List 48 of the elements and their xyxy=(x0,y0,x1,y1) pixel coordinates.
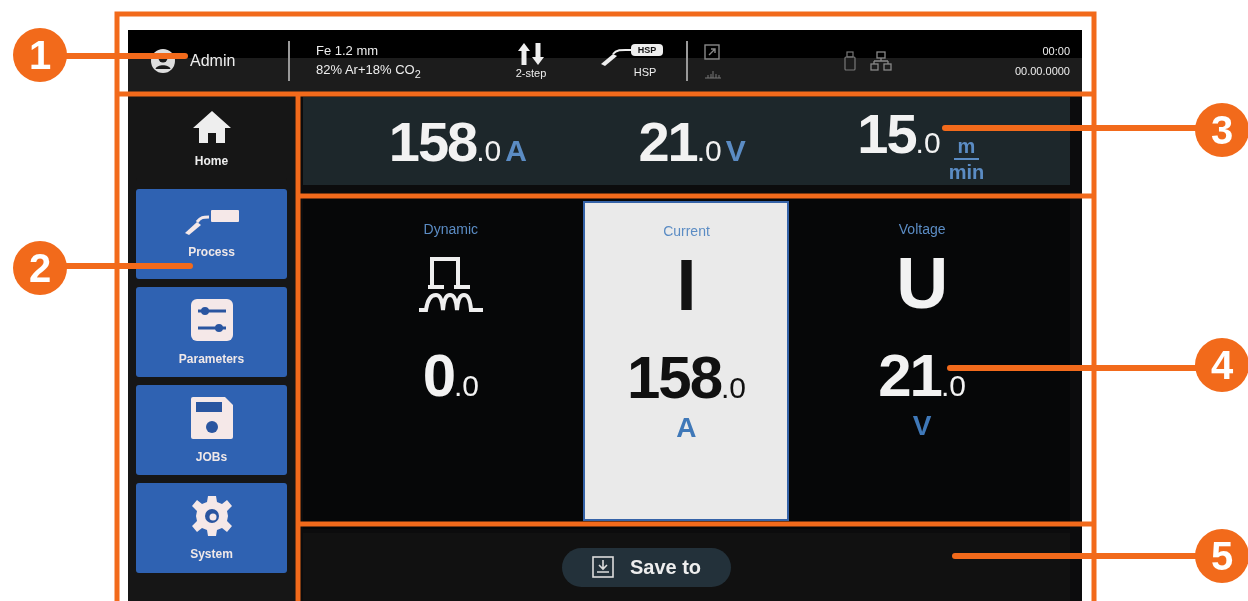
parameter-card[interactable]: Voltage U 21.0 V xyxy=(819,201,1026,521)
time-text: 00:00 xyxy=(1042,45,1070,57)
sliders-icon xyxy=(189,298,234,342)
save-button[interactable]: Save to xyxy=(561,547,732,587)
user-icon xyxy=(150,48,176,74)
network-icon xyxy=(870,51,892,71)
parameter-label: Voltage xyxy=(898,221,946,237)
up-down-arrows-icon xyxy=(516,43,546,65)
material-text: Fe 1.2 mm xyxy=(316,42,380,58)
nav-button[interactable]: JOBs xyxy=(136,385,287,475)
parameter-card[interactable]: Dynamic 0.0 xyxy=(347,201,554,521)
callout-number: 5 xyxy=(1195,529,1248,583)
parameter-unit: V xyxy=(912,410,932,442)
unit-numerator: m xyxy=(953,135,980,160)
torch-text: HSP xyxy=(633,66,657,78)
readout-unit: V xyxy=(725,133,746,168)
torch-badge: HSP xyxy=(630,44,664,56)
user-name: Admin xyxy=(190,52,236,70)
download-icon xyxy=(591,556,614,578)
parameter-label: Dynamic xyxy=(423,221,479,237)
parameter-value: 21.0 xyxy=(878,341,967,410)
unit-denominator: min xyxy=(948,159,985,182)
mode-text: 2-step xyxy=(515,67,547,79)
gas-text: 82% Ar+18% CO$_{2}$ xyxy=(316,61,422,80)
gear-icon xyxy=(190,495,233,537)
parameter-label: Current xyxy=(663,223,710,239)
parameter-unit: A xyxy=(676,412,697,444)
nav-button[interactable]: System xyxy=(136,483,287,573)
readout-value: 15.0 xyxy=(857,100,941,166)
parameter-value: 0.0 xyxy=(422,341,480,410)
readout-value: 21.0 xyxy=(638,108,722,174)
parameter-symbol: U xyxy=(896,247,949,319)
callout-number: 1 xyxy=(13,28,67,82)
usb-stick-icon xyxy=(844,51,856,71)
parameter-value: 158.0 xyxy=(626,343,747,412)
nav-button[interactable]: Parameters xyxy=(136,287,287,377)
readout-value: 158.0 xyxy=(388,108,502,174)
callout-number: 4 xyxy=(1195,338,1248,392)
nav-button[interactable]: Process xyxy=(136,189,287,279)
parameter-symbol: I xyxy=(676,249,697,321)
date-text: 00.00.0000 xyxy=(1014,65,1070,77)
callout-number: 3 xyxy=(1195,103,1248,157)
readout-unit: A xyxy=(505,133,527,168)
home-icon xyxy=(191,110,232,144)
callout-number: 2 xyxy=(13,241,67,295)
bar-graph-icon xyxy=(704,69,722,79)
parameter-card[interactable]: Current I 158.0 A xyxy=(583,201,790,521)
arrow-box-icon xyxy=(704,43,720,60)
